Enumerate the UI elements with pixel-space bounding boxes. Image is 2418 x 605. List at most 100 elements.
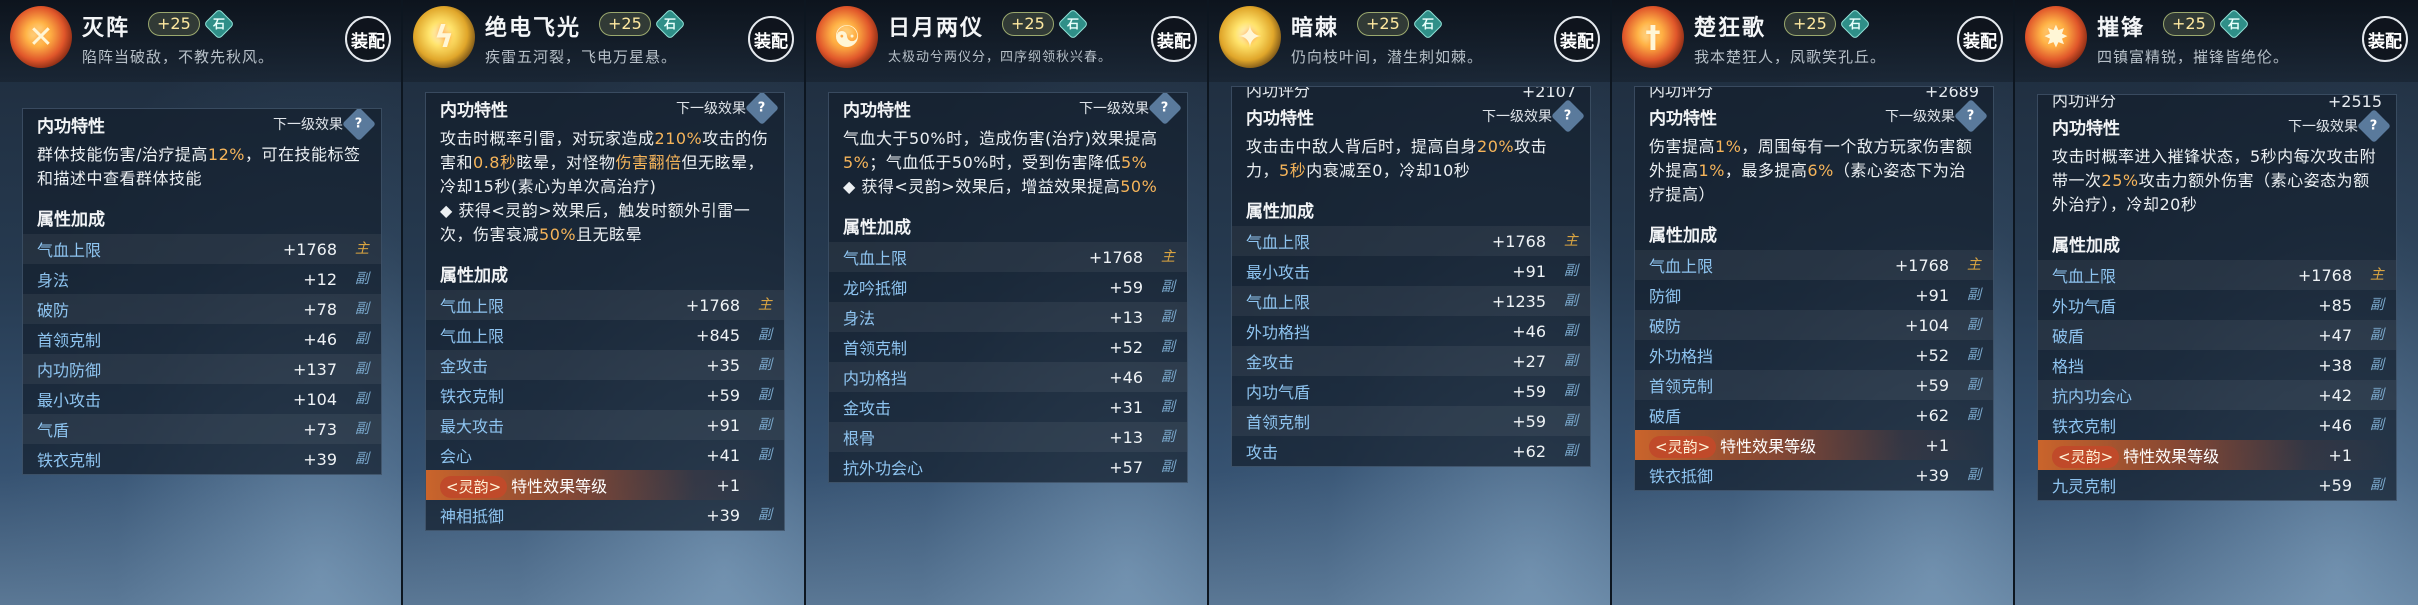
attr-row: 金攻击 +27 副 [1232, 346, 1590, 376]
attr-value: +39 [706, 505, 740, 525]
next-effect-button[interactable]: 下一级效果 ? [2288, 109, 2391, 143]
attr-name-text: 内功气盾 [1246, 383, 1311, 402]
sub-attr-tag [2366, 444, 2388, 466]
attr-name-text: 破盾 [2052, 327, 2085, 346]
attr-row: 气血上限 +1768 主 [829, 242, 1187, 272]
attr-name: 气血上限 [440, 293, 650, 317]
attr-name: 铁衣克制 [37, 447, 247, 471]
attr-name: 内功气盾 [1246, 379, 1456, 403]
panel-header: † 楚狂歌 +25 石 我本楚狂人，凤歌笑孔丘。 装配 [1612, 0, 2013, 82]
attr-name-text: 最小攻击 [37, 391, 102, 410]
attr-row: 九灵克制 +59 副 [2038, 470, 2396, 500]
help-icon[interactable]: ? [1148, 93, 1182, 125]
ling-yun-tag: <灵韵> [1649, 435, 1717, 458]
next-effect-button[interactable]: 下一级效果 ? [1482, 99, 1585, 133]
crossed-swords-icon: ✕ [10, 6, 72, 68]
details-card: 内功评分 +2515 内功特性 下一级效果 ? 攻击时概率进入摧锋状态，5秒内每… [2037, 94, 2397, 501]
attr-value: +47 [2318, 325, 2352, 345]
attr-name: 最小攻击 [1246, 259, 1456, 283]
equip-button[interactable]: 装配 [748, 16, 794, 62]
trait-description: 气血大于50%时，造成伤害(治疗)效果提高5%；气血低于50%时，受到伤害降低5… [843, 129, 1158, 196]
help-icon[interactable]: ? [342, 109, 376, 141]
next-effect-button[interactable]: 下一级效果 ? [1079, 93, 1182, 125]
attr-row: 气血上限 +845 副 [426, 320, 784, 350]
attr-value: +91 [1915, 285, 1949, 305]
level-badge: +25 [1357, 12, 1409, 36]
skill-desc: 我本楚狂人，凤歌笑孔丘。 [1694, 48, 1887, 66]
attr-value: +59 [706, 385, 740, 405]
trait-title: 内功特性 [2052, 118, 2120, 139]
main-attr-tag: 主 [758, 297, 772, 313]
attr-name-text: 抗内功会心 [2052, 387, 2133, 406]
attr-value: +1 [716, 475, 740, 495]
attr-value: +1 [1925, 435, 1949, 455]
attr-row: 铁衣克制 +39 副 [23, 444, 381, 474]
attr-row: 外功格挡 +52 副 [1635, 340, 1993, 370]
attr-name: 金攻击 [1246, 349, 1456, 373]
attr-value: +62 [1512, 441, 1546, 461]
attr-name-text: 九灵克制 [2052, 477, 2117, 496]
sub-attr-tag: 副 [758, 357, 772, 373]
attr-row: 气血上限 +1235 副 [1232, 286, 1590, 316]
sub-attr-tag: 副 [355, 451, 369, 467]
equip-button[interactable]: 装配 [1957, 16, 2003, 62]
attr-row: 神相抵御 +39 副 [426, 500, 784, 530]
help-icon[interactable]: ? [1954, 99, 1988, 133]
help-icon[interactable]: ? [745, 93, 779, 125]
sub-attr-tag: 副 [758, 327, 772, 343]
attr-name-text: 破盾 [1649, 407, 1682, 426]
next-effect-button[interactable]: 下一级效果 ? [1885, 99, 1988, 133]
next-effect-button[interactable]: 下一级效果 ? [676, 93, 779, 125]
sub-attr-tag: 副 [1967, 317, 1981, 333]
attr-row: 抗内功会心 +42 副 [2038, 380, 2396, 410]
sub-attr-tag: 副 [1967, 407, 1981, 423]
trait-description: 攻击时概率引雷，对玩家造成210%攻击的伤害和0.8秒眩晕，对怪物伤害翻倍但无眩… [440, 129, 769, 244]
attr-name: 气血上限 [2052, 263, 2262, 287]
attr-row: 攻击 +62 副 [1232, 436, 1590, 466]
attr-name-text: 铁衣抵御 [1649, 467, 1714, 486]
main-attr-tag: 主 [1161, 249, 1175, 265]
equip-button[interactable]: 装配 [1151, 16, 1197, 62]
attr-name-text: 特性效果等级 [2123, 446, 2220, 466]
skill-desc: 陷阵当破敌，不教先秋风。 [82, 48, 275, 66]
attr-list: 气血上限 +1768 主最小攻击 +91 副气血上限 +1235 副外功格挡 +46 副金攻击 +… [1232, 226, 1590, 466]
attr-name-text: 破防 [37, 301, 70, 320]
attr-row: 身法 +13 副 [829, 302, 1187, 332]
attr-list: 气血上限 +1768 主防御 +91 副破防 +104 副外功格挡 +52 副首领克制 +59 副破… [1635, 250, 1993, 490]
attr-name: 根骨 [843, 425, 1053, 449]
skill-panel-jue-dian-fei-guang: ϟ 绝电飞光 +25 石 疾雷五河裂，飞电万星悬。 装配 内功特性 下一级效果 … [403, 0, 806, 605]
help-icon[interactable]: ? [2357, 109, 2391, 143]
attr-name-text: 气血上限 [1246, 233, 1311, 252]
main-attr-tag: 主 [355, 241, 369, 257]
attr-name-text: 内功防御 [37, 361, 102, 380]
next-effect-button[interactable]: 下一级效果 ? [273, 109, 376, 141]
level-badge: +25 [1002, 12, 1054, 36]
score-value: +2689 [1924, 86, 1979, 101]
attr-row: 身法 +12 副 [23, 264, 381, 294]
attr-value: +39 [1915, 465, 1949, 485]
attr-value: +1768 [282, 239, 337, 259]
equip-button[interactable]: 装配 [345, 16, 391, 62]
attr-name-text: 首领克制 [1649, 377, 1714, 396]
attr-title: 属性加成 [2052, 236, 2120, 256]
score-row: 内功评分 +2689 [1635, 86, 1993, 101]
help-icon[interactable]: ? [1551, 99, 1585, 133]
attr-name-text: 气血上限 [37, 241, 102, 260]
attr-name: 外功气盾 [2052, 293, 2262, 317]
attr-name: 身法 [843, 305, 1053, 329]
attr-row: 首领克制 +59 副 [1635, 370, 1993, 400]
equip-button[interactable]: 装配 [1554, 16, 1600, 62]
sub-attr-tag: 副 [758, 507, 772, 523]
attr-value: +1 [2328, 445, 2352, 465]
sword-icon: † [1622, 6, 1684, 68]
skill-panel-chu-kuang-ge: † 楚狂歌 +25 石 我本楚狂人，凤歌笑孔丘。 装配 内功评分 +2689 内… [1612, 0, 2015, 605]
attr-name-text: 最大攻击 [440, 417, 505, 436]
panel-header: ϟ 绝电飞光 +25 石 疾雷五河裂，飞电万星悬。 装配 [403, 0, 804, 82]
attr-row: 金攻击 +35 副 [426, 350, 784, 380]
tier-icon: 石 [1839, 8, 1871, 40]
trait-title: 内功特性 [1649, 108, 1717, 129]
level-badge: +25 [599, 12, 651, 36]
attr-name-text: 攻击 [1246, 443, 1279, 462]
equip-button[interactable]: 装配 [2362, 16, 2408, 62]
attr-name: 内功防御 [37, 357, 247, 381]
